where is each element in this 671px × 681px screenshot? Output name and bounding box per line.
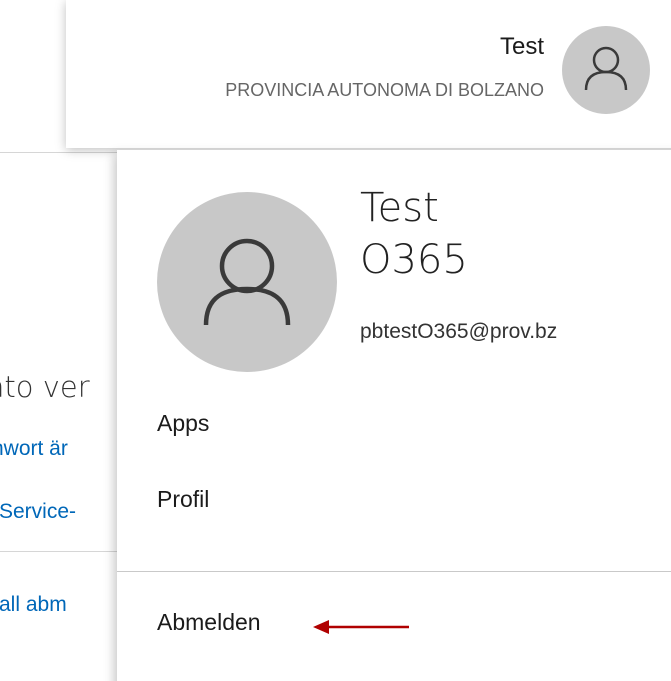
background-heading: nto ver: [0, 370, 90, 404]
background-link-sign-out-everywhere[interactable]: rall abm: [0, 593, 67, 617]
header-avatar-button[interactable]: [562, 26, 650, 114]
flyout-divider: [117, 571, 671, 572]
flyout-user-name: Test O365: [360, 185, 468, 283]
person-icon: [203, 238, 291, 326]
menu-item-profile[interactable]: Profil: [157, 486, 209, 513]
flyout-avatar: [157, 192, 337, 372]
header-organization: PROVINCIA AUTONOMA DI BOLZANO: [225, 80, 544, 100]
background-divider-top: [0, 152, 117, 153]
background-divider: [0, 551, 117, 552]
annotation-arrow-icon: [313, 620, 409, 634]
menu-item-apps[interactable]: Apps: [157, 410, 209, 437]
account-page: nto ver nwort är -Service- rall abm Test…: [0, 0, 671, 681]
person-icon: [584, 46, 628, 91]
background-link-self-service[interactable]: -Service-: [0, 500, 76, 524]
background-link-password[interactable]: nwort är: [0, 437, 68, 461]
flyout-user-email: pbtestO365@prov.bz: [360, 320, 558, 343]
header-display-name: Test: [499, 33, 544, 60]
account-flyout: Test O365 pbtestO365@prov.bz Apps Profil…: [117, 150, 671, 681]
menu-item-sign-out[interactable]: Abmelden: [157, 609, 261, 636]
